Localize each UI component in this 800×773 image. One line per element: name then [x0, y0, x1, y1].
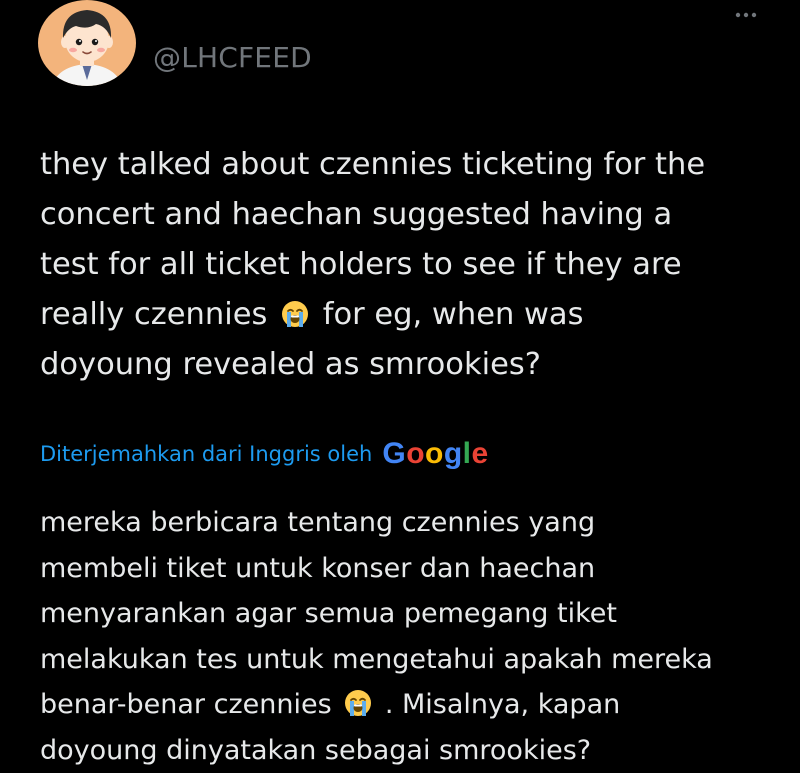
translated-line: menyarankan agar semua pemegang tiket: [40, 591, 790, 637]
translated-line-part: benar-benar czennies: [40, 689, 332, 720]
translated-line: benar-benar czennies . Misalnya, kapan: [40, 682, 790, 728]
translated-text: mereka berbicara tentang czennies yang m…: [40, 500, 790, 773]
translated-line: membeli tiket untuk konser dan haechan: [40, 546, 790, 592]
tweet-line: doyoung revealed as smrookies?: [40, 340, 780, 390]
tweet-line-part: for eg, when was: [323, 297, 584, 332]
avatar[interactable]: [38, 0, 136, 86]
translated-line-part: . Misalnya, kapan: [385, 689, 620, 720]
translated-line: doyoung dinyatakan sebagai smrookies?: [40, 728, 790, 773]
translated-line: melakukan tes untuk mengetahui apakah me…: [40, 637, 790, 683]
loudly-crying-face-icon: [281, 300, 309, 328]
user-handle[interactable]: @LHCFEED: [153, 38, 312, 78]
tweet-line: really czennies for eg, when was: [40, 290, 780, 340]
google-logo: Google: [382, 437, 488, 471]
tweet-line-part: really czennies: [40, 297, 267, 332]
tweet-text: they talked about czennies ticketing for…: [40, 140, 780, 390]
tweet-line: concert and haechan suggested having a: [40, 190, 780, 240]
tweet-line: they talked about czennies ticketing for…: [40, 140, 780, 190]
translation-attribution[interactable]: Diterjemahkan dari Inggris oleh Google: [40, 432, 489, 476]
loudly-crying-face-icon: [344, 689, 372, 717]
avatar-image: [38, 0, 136, 86]
translated-line: mereka berbicara tentang czennies yang: [40, 500, 790, 546]
more-dots-icon[interactable]: [726, 0, 766, 30]
tweet-line: test for all ticket holders to see if th…: [40, 240, 780, 290]
translated-by-label[interactable]: Diterjemahkan dari Inggris oleh: [40, 442, 372, 466]
